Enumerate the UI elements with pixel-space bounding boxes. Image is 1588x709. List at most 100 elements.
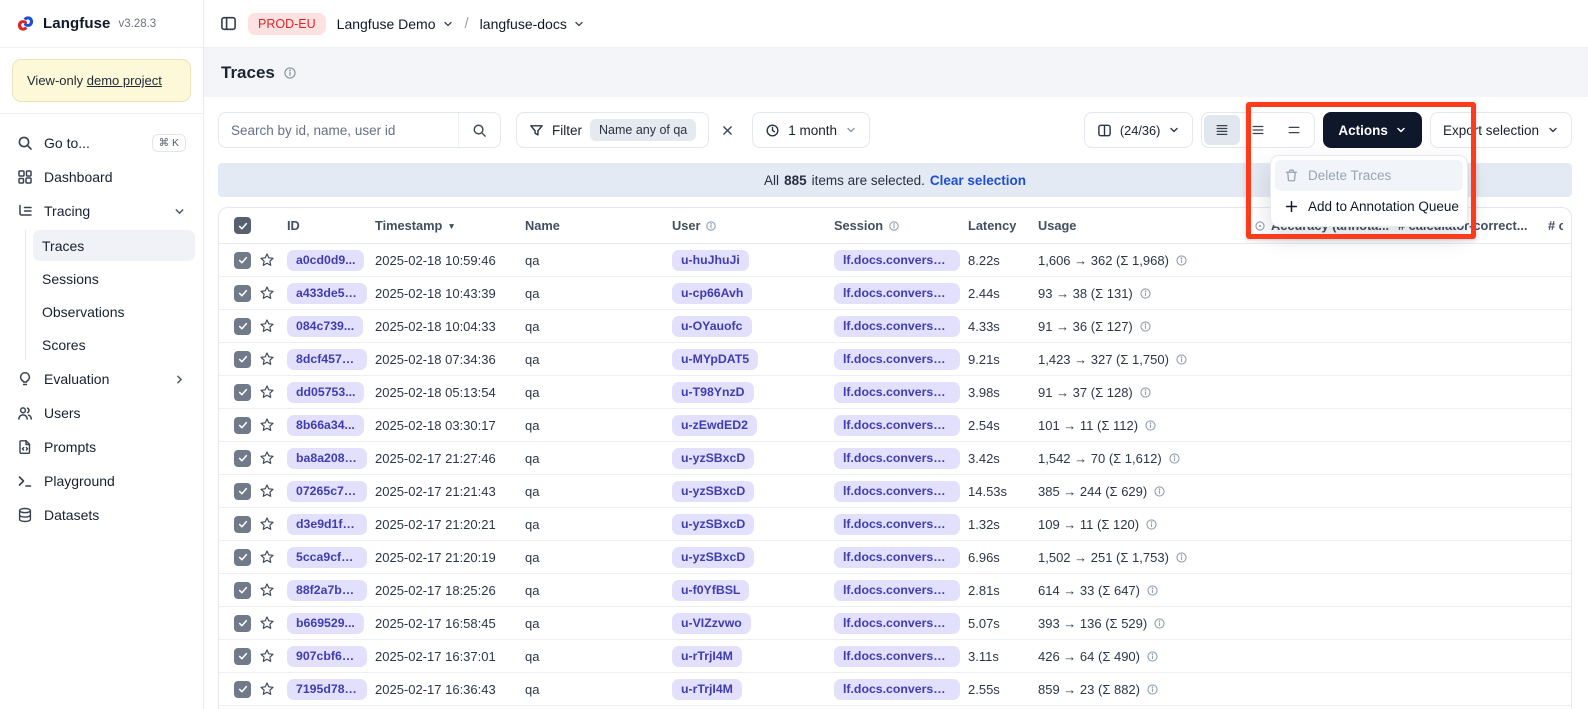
table-row[interactable]: 88f2a7b0... 2025-02-17 18:25:26 qa u-f0Y… [219, 574, 1571, 607]
select-all-checkbox[interactable] [234, 217, 251, 234]
row-checkbox[interactable] [234, 615, 251, 632]
sidebar-item-dashboard[interactable]: Dashboard [8, 160, 195, 194]
trace-id-badge[interactable]: 907cbf6e... [287, 646, 367, 667]
time-range-button[interactable]: 1 month [752, 112, 870, 148]
session-badge[interactable]: lf.docs.conversation... [834, 382, 960, 403]
export-selection-button[interactable]: Export selection [1430, 112, 1572, 148]
star-icon[interactable] [259, 615, 275, 631]
project-switcher[interactable]: langfuse-docs [480, 16, 585, 32]
session-badge[interactable]: lf.docs.conversation... [834, 316, 960, 337]
info-icon[interactable] [1146, 683, 1159, 696]
row-checkbox[interactable] [234, 582, 251, 599]
trace-id-badge[interactable]: 7195d78e... [287, 679, 367, 700]
column-header-latency[interactable]: Latency [968, 218, 1016, 233]
sidebar-item-prompts[interactable]: Prompts [8, 430, 195, 464]
info-icon[interactable] [1168, 452, 1181, 465]
column-header-timestamp[interactable]: Timestamp▼ [375, 218, 456, 233]
user-badge[interactable]: u-yzSBxcD [672, 448, 754, 469]
row-checkbox[interactable] [234, 516, 251, 533]
table-row[interactable]: 8b66a34... 2025-02-18 03:30:17 qa u-zEwd… [219, 409, 1571, 442]
session-badge[interactable]: lf.docs.conversation... [834, 514, 960, 535]
user-badge[interactable]: u-yzSBxcD [672, 514, 754, 535]
session-badge[interactable]: lf.docs.conversation... [834, 481, 960, 502]
sidebar-item-users[interactable]: Users [8, 396, 195, 430]
table-row[interactable]: 07265c7a... 2025-02-17 21:21:43 qa u-yzS… [219, 475, 1571, 508]
filter-button[interactable]: Filter Name any of qa [516, 112, 709, 148]
star-icon[interactable] [259, 417, 275, 433]
menu-item-add-to-annotation-queue[interactable]: Add to Annotation Queue [1275, 191, 1463, 222]
table-row[interactable]: a0cd0d9... 2025-02-18 10:59:46 qa u-huJh… [219, 244, 1571, 277]
session-badge[interactable]: lf.docs.conversation... [834, 250, 960, 271]
table-row[interactable]: d3e9d1f2... 2025-02-17 21:20:21 qa u-yzS… [219, 508, 1571, 541]
user-badge[interactable]: u-VIZzvwo [672, 613, 751, 634]
star-icon[interactable] [259, 516, 275, 532]
sidebar-item-playground[interactable]: Playground [8, 464, 195, 498]
row-checkbox[interactable] [234, 351, 251, 368]
trace-id-badge[interactable]: b669529... [287, 613, 364, 634]
row-height-small-icon[interactable] [1204, 115, 1240, 145]
table-row[interactable]: 907cbf6e... 2025-02-17 16:37:01 qa u-rTr… [219, 640, 1571, 673]
trace-id-badge[interactable]: 07265c7a... [287, 481, 367, 502]
row-height-medium-icon[interactable] [1240, 115, 1276, 145]
table-row[interactable]: 8dcf4574... 2025-02-18 07:34:36 qa u-MYp… [219, 343, 1571, 376]
info-icon[interactable] [888, 220, 900, 232]
user-badge[interactable]: u-yzSBxcD [672, 481, 754, 502]
info-icon[interactable] [1139, 386, 1152, 399]
star-icon[interactable] [259, 648, 275, 664]
demo-project-link[interactable]: demo project [87, 73, 162, 88]
column-header-session[interactable]: Session [834, 218, 900, 233]
trace-id-badge[interactable]: 8b66a34... [287, 415, 364, 436]
table-row[interactable]: ba8a208f... 2025-02-17 21:27:46 qa u-yzS… [219, 442, 1571, 475]
info-icon[interactable] [283, 66, 297, 80]
star-icon[interactable] [259, 285, 275, 301]
column-header-user[interactable]: User [672, 218, 717, 233]
session-badge[interactable]: lf.docs.conversation... [834, 349, 960, 370]
session-badge[interactable]: lf.docs.conversation... [834, 547, 960, 568]
row-checkbox[interactable] [234, 252, 251, 269]
user-badge[interactable]: u-f0YfBSL [672, 580, 749, 601]
row-checkbox[interactable] [234, 384, 251, 401]
row-checkbox[interactable] [234, 648, 251, 665]
trace-id-badge[interactable]: d3e9d1f2... [287, 514, 367, 535]
info-icon[interactable] [1144, 419, 1157, 432]
trace-id-badge[interactable]: 5cca9cf2... [287, 547, 367, 568]
org-switcher[interactable]: Langfuse Demo [337, 16, 454, 32]
user-badge[interactable]: u-cp66Avh [672, 283, 752, 304]
sidebar-item-observations[interactable]: Observations [33, 296, 195, 327]
column-header-usage[interactable]: Usage [1038, 218, 1076, 233]
sidebar-item-evaluation[interactable]: Evaluation [8, 362, 195, 396]
actions-button[interactable]: Actions [1323, 112, 1422, 148]
row-checkbox[interactable] [234, 450, 251, 467]
session-badge[interactable]: lf.docs.conversation... [834, 283, 960, 304]
row-height-large-icon[interactable] [1276, 115, 1312, 145]
info-icon[interactable] [1175, 551, 1188, 564]
trace-id-badge[interactable]: 88f2a7b0... [287, 580, 367, 601]
trace-id-badge[interactable]: ba8a208f... [287, 448, 367, 469]
table-row[interactable]: 7195d78e... 2025-02-17 16:36:43 qa u-rTr… [219, 673, 1571, 706]
user-badge[interactable]: u-zEwdED2 [672, 415, 757, 436]
user-badge[interactable]: u-OYauofc [672, 316, 752, 337]
info-icon[interactable] [1153, 617, 1166, 630]
column-header-id[interactable]: ID [287, 218, 300, 233]
star-icon[interactable] [259, 483, 275, 499]
info-icon[interactable] [1139, 287, 1152, 300]
user-badge[interactable]: u-rTrjI4M [672, 679, 742, 700]
search-input[interactable] [219, 123, 458, 138]
row-checkbox[interactable] [234, 549, 251, 566]
column-header-extra[interactable]: # c... [1548, 218, 1563, 233]
info-icon[interactable] [1175, 254, 1188, 267]
sidebar-item-tracing[interactable]: Tracing [8, 194, 195, 228]
info-icon[interactable] [1146, 650, 1159, 663]
info-icon[interactable] [1145, 518, 1158, 531]
table-row[interactable]: dd05753... 2025-02-18 05:13:54 qa u-T98Y… [219, 376, 1571, 409]
sidebar-item-traces[interactable]: Traces [33, 230, 195, 261]
info-icon[interactable] [1153, 485, 1166, 498]
table-row[interactable]: 5cca9cf2... 2025-02-17 21:20:19 qa u-yzS… [219, 541, 1571, 574]
trace-id-badge[interactable]: 084c739... [287, 316, 363, 337]
table-row[interactable]: b669529... 2025-02-17 16:58:45 qa u-VIZz… [219, 607, 1571, 640]
user-badge[interactable]: u-yzSBxcD [672, 547, 754, 568]
row-checkbox[interactable] [234, 417, 251, 434]
star-icon[interactable] [259, 582, 275, 598]
star-icon[interactable] [259, 318, 275, 334]
trace-id-badge[interactable]: 8dcf4574... [287, 349, 367, 370]
